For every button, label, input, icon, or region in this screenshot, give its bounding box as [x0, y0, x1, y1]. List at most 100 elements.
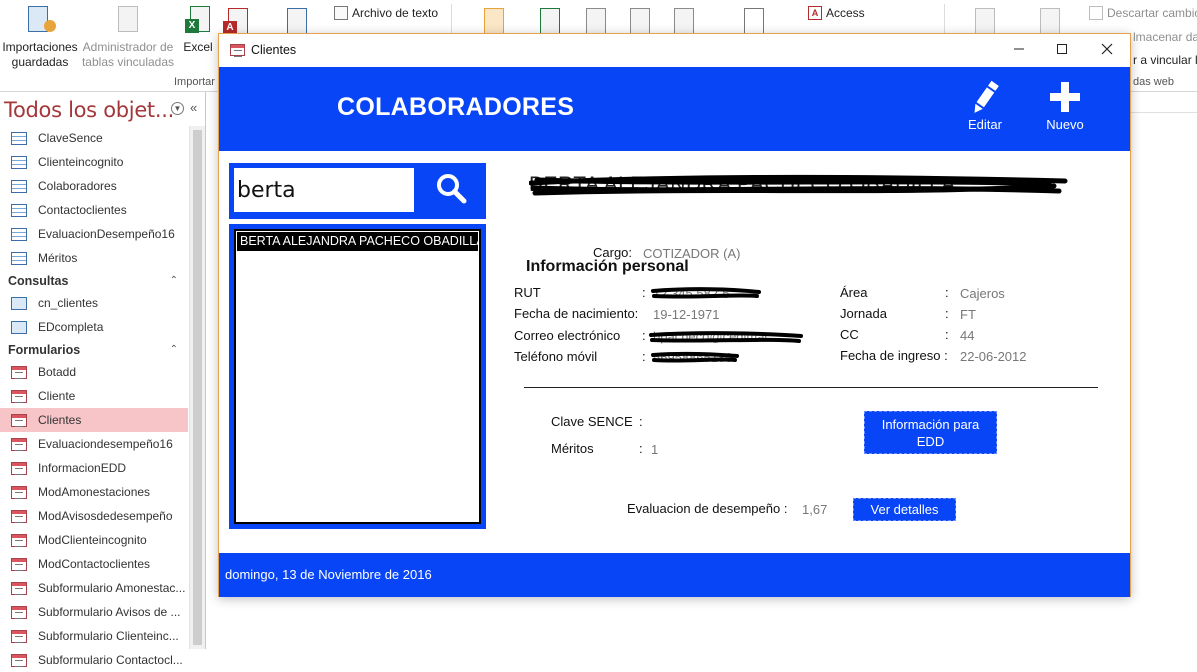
meritos-colon: : [639, 441, 643, 456]
close-icon [1101, 43, 1113, 55]
nav-scrollbar[interactable] [189, 126, 205, 649]
info-edd-button[interactable]: Información para EDD [864, 411, 997, 454]
table-icon [11, 227, 27, 241]
results-list-container: BERTA ALEJANDRA PACHECO OBADILLA [229, 224, 486, 529]
form-body: BERTA ALEJANDRA PACHECO OBADILLA BERTA A… [219, 151, 1130, 553]
nav-item-label: Contactoclientes [38, 203, 127, 217]
nav-item-contactoclientes[interactable]: Contactoclientes [0, 198, 188, 222]
nav-item-subformulario-clienteinc[interactable]: Subformulario Clienteinc... [0, 624, 188, 648]
new-label: Nuevo [1046, 117, 1084, 132]
excel-export-icon[interactable] [540, 8, 560, 34]
email-export-icon[interactable] [744, 8, 764, 34]
text-file-import-button[interactable]: Archivo de texto [334, 6, 438, 20]
minimize-button[interactable] [999, 38, 1039, 62]
text-export-icon[interactable] [586, 8, 606, 34]
text-file-icon [334, 6, 348, 20]
new-button[interactable]: Nuevo [1042, 77, 1088, 132]
nav-item-label: cn_clientes [38, 296, 99, 310]
maximize-icon [1057, 44, 1067, 54]
nav-item-cn-clientes[interactable]: cn_clientes [0, 291, 188, 315]
collapse-chevron-icon[interactable]: ⌃ [170, 344, 178, 355]
nav-item-label: Evaluaciondesempeño16 [38, 437, 173, 451]
nav-item-evaluaciondesempeno16[interactable]: EvaluacionDesempeño16 [0, 222, 188, 246]
search-input[interactable] [234, 168, 414, 212]
nav-item-label: Méritos [38, 251, 78, 265]
email-label: Correo electrónico [514, 328, 621, 343]
excel-import-button[interactable]: X Excel [180, 2, 216, 55]
view-details-button[interactable]: Ver detalles [853, 498, 956, 521]
nav-item-modclienteincognito[interactable]: ModClienteincognito [0, 528, 188, 552]
results-listbox[interactable]: BERTA ALEJANDRA PACHECO OBADILLA [234, 229, 481, 524]
cc-value: 44 [960, 328, 975, 343]
nav-item-cliente[interactable]: Cliente [0, 384, 188, 408]
rut-value: 12.345.582-5 [653, 286, 730, 301]
nav-item-label: Subformulario Amonestac... [38, 581, 186, 595]
nav-item-subformulario-contactocl[interactable]: Subformulario Contactocl... [0, 648, 188, 672]
nav-item-clienteincognito[interactable]: Clienteincognito [0, 150, 188, 174]
search-container [229, 163, 486, 219]
access-export-button[interactable]: A Access [808, 6, 865, 20]
cache-data-button[interactable]: lmacenar datos [1133, 30, 1197, 44]
discard-changes-label: Descartar cambio [1107, 6, 1197, 20]
nav-dropdown-icon[interactable]: ▼ [171, 102, 184, 115]
saved-exports-icon[interactable] [484, 8, 504, 34]
nav-item-label: ModContactoclientes [38, 557, 151, 571]
nav-item-informacionedd[interactable]: InformacionEDD [0, 456, 188, 480]
nav-item-clientes[interactable]: Clientes [0, 408, 188, 432]
nav-item-colaboradores[interactable]: Colaboradores [0, 174, 188, 198]
collapse-chevron-icon[interactable]: ⌃ [170, 275, 178, 286]
nav-item-botadd[interactable]: Botadd [0, 360, 188, 384]
area-label: Área [840, 285, 868, 300]
form-footer: domingo, 13 de Noviembre de 2016 [219, 553, 1130, 597]
sync-icon[interactable] [1040, 8, 1060, 34]
discard-changes-button[interactable]: Descartar cambio [1089, 6, 1197, 20]
footer-date: domingo, 13 de Noviembre de 2016 [225, 567, 432, 582]
nav-object-list: ClaveSence Clienteincognito Colaboradores C… [0, 126, 188, 672]
nav-item-label: ModAmonestaciones [38, 485, 151, 499]
close-button[interactable] [1087, 38, 1127, 62]
forms-section-header[interactable]: Formularios ⌃ [0, 339, 188, 360]
excel-icon: X [182, 2, 214, 36]
clave-sence-colon: : [639, 414, 643, 429]
nav-item-clavesence[interactable]: ClaveSence [0, 126, 188, 150]
xml-export-icon[interactable] [630, 8, 650, 34]
search-icon [436, 173, 466, 203]
maximize-button[interactable] [1042, 38, 1082, 62]
odbc-import-icon[interactable] [287, 8, 307, 34]
nav-item-edcompleta[interactable]: EDcompleta [0, 315, 188, 339]
table-icon [11, 251, 27, 265]
pdf-export-icon[interactable] [674, 8, 694, 34]
nav-item-label: Clientes [38, 413, 82, 427]
nav-collapse-icon[interactable]: « [190, 100, 197, 115]
queries-section-header[interactable]: Consultas ⌃ [0, 270, 188, 291]
access-import-icon[interactable]: A [223, 8, 248, 35]
person-name: BERTA ALEJANDRA PACHECO OBADILLA [529, 173, 956, 196]
nav-item-evaluaciondesempeno16[interactable]: Evaluaciondesempeño16 [0, 432, 188, 456]
nav-item-modavisosdedesempeno[interactable]: ModAvisosdedesempeño [0, 504, 188, 528]
edit-button[interactable]: Editar [963, 77, 1007, 132]
window-titlebar[interactable]: Clientes [219, 34, 1130, 67]
relink-button[interactable]: r a vincular l [1133, 53, 1197, 67]
nav-item-subformulario-avisos-de[interactable]: Subformulario Avisos de ... [0, 600, 188, 624]
meritos-label: Méritos [551, 441, 594, 456]
form-header: COLABORADORES Editar Nuevo [219, 67, 1130, 151]
jornada-label: Jornada [840, 306, 887, 321]
nav-item-label: Subformulario Avisos de ... [38, 605, 181, 619]
nav-scrollbar-thumb[interactable] [193, 130, 202, 645]
sharepoint-export-icon[interactable] [975, 8, 995, 34]
search-button[interactable] [422, 168, 481, 212]
nav-pane-title[interactable]: Todos los objet... [4, 98, 174, 122]
hire-date-label: Fecha de ingreso : [840, 348, 948, 363]
nav-item-modcontactoclientes[interactable]: ModContactoclientes [0, 552, 188, 576]
linked-table-manager-button[interactable]: Administrador de tablas vinculadas [80, 2, 176, 70]
nav-item-meritos[interactable]: Méritos [0, 246, 188, 270]
form-window-icon [230, 44, 245, 57]
list-item[interactable]: BERTA ALEJANDRA PACHECO OBADILLA [237, 232, 478, 251]
nav-item-label: EDcompleta [38, 320, 104, 334]
nav-item-subformulario-amonestac[interactable]: Subformulario Amonestac... [0, 576, 188, 600]
table-icon [11, 203, 27, 217]
form-icon [11, 461, 27, 475]
nav-item-modamonestaciones[interactable]: ModAmonestaciones [0, 480, 188, 504]
saved-imports-button[interactable]: Importaciones guardadas [2, 2, 78, 70]
form-icon [11, 365, 27, 379]
